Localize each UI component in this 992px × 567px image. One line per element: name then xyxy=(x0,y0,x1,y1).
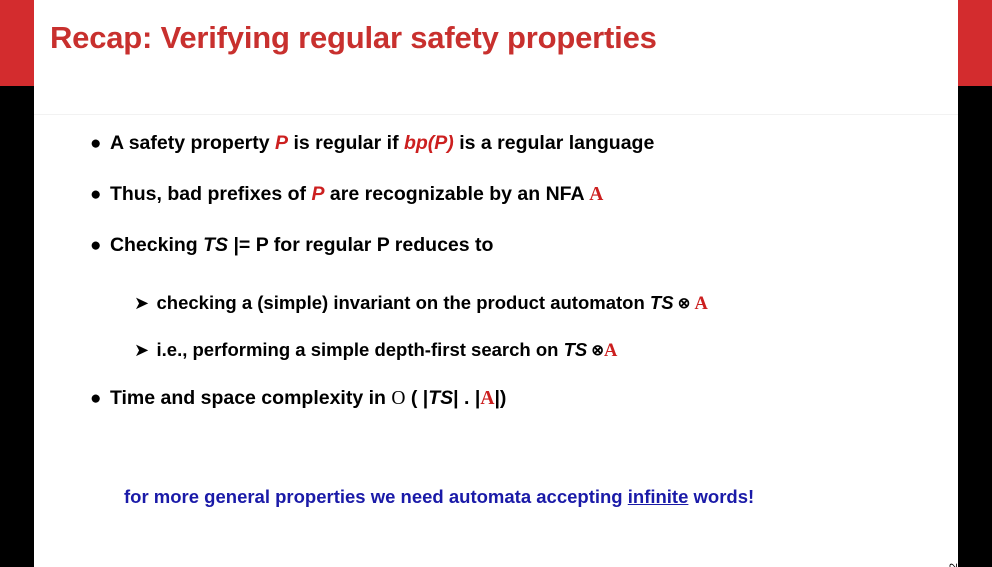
sub-bullet-symbol-TS-2: TS xyxy=(563,339,588,360)
arrow-right-icon: ➤ xyxy=(134,293,150,313)
bullet-text-1c: is a regular language xyxy=(453,132,655,154)
sub-bullet-symbol-A-2: A xyxy=(603,341,618,361)
bullet-safety-property-regular: ● A safety property P is regular if bp(P)… xyxy=(90,132,654,155)
bigO-symbol: O xyxy=(391,388,406,409)
bullet-symbol-A-4: A xyxy=(480,388,495,409)
closing-note-suffix: words! xyxy=(688,486,755,507)
decoration-bar-right-red xyxy=(958,0,992,86)
bullet-dot-icon: ● xyxy=(90,235,102,256)
bullet-text-3a: Checking xyxy=(109,234,204,256)
sub-bullet-text-2a: i.e., performing a simple depth-first se… xyxy=(156,339,564,360)
slide: Recap: Verifying regular safety properti… xyxy=(0,0,992,567)
bullet-text-4c: | . | xyxy=(453,387,481,409)
bullet-checking-reduces-to: ● Checking TS |= P for regular P reduces … xyxy=(90,234,493,257)
bullet-time-space-complexity: ● Time and space complexity in O ( |TS| .… xyxy=(90,387,506,410)
bullet-text-2a: Thus, bad prefixes of xyxy=(109,183,312,205)
decoration-bar-left-black xyxy=(0,86,34,567)
bullet-text-1b: is regular if xyxy=(288,132,404,154)
bullet-text-3b: |= P for regular P reduces to xyxy=(228,234,494,256)
bullet-symbol-P-1: P xyxy=(275,132,289,154)
bullet-symbol-TS-3: TS xyxy=(203,234,229,256)
bullet-text-4d: |) xyxy=(494,387,507,409)
header-divider xyxy=(34,114,958,115)
bullet-dot-icon: ● xyxy=(90,388,102,409)
bullet-symbol-P-2: P xyxy=(311,183,325,205)
slide-title: Recap: Verifying regular safety properti… xyxy=(50,20,657,55)
bullet-dot-icon: ● xyxy=(90,133,102,154)
sub-bullet-symbol-A-1: A xyxy=(694,294,708,314)
bullet-symbol-TS-4: TS xyxy=(428,387,454,409)
closing-note-emphasis: infinite xyxy=(627,486,689,507)
sub-bullet-depth-first-search: ➤ i.e., performing a simple depth-first s… xyxy=(134,339,617,362)
arrow-right-icon: ➤ xyxy=(134,340,150,360)
bullet-symbol-bpP: bp(P) xyxy=(403,132,454,154)
decoration-bar-right-black xyxy=(958,86,992,567)
sub-bullet-invariant-product-automaton: ➤ checking a (simple) invariant on the pr… xyxy=(134,292,708,315)
bullet-text-4b: ( | xyxy=(405,387,429,409)
bullet-text-1a: A safety property xyxy=(109,132,276,154)
slide-body: ● A safety property P is regular if bp(P)… xyxy=(34,118,958,567)
otimes-icon-2: ⊗ xyxy=(587,342,604,359)
bullet-bad-prefixes-nfa: ● Thus, bad prefixes of P are recognizabl… xyxy=(90,183,603,206)
bullet-symbol-A-2: A xyxy=(589,184,604,205)
sub-bullet-text-1a: checking a (simple) invariant on the pro… xyxy=(156,292,650,313)
otimes-icon-1: ⊗ xyxy=(673,295,695,312)
bullet-text-4a: Time and space complexity in xyxy=(109,387,392,409)
bullet-text-2b: are recognizable by an NFA xyxy=(324,183,590,205)
page-number: 2 xyxy=(948,562,960,567)
closing-note-prefix: for more general properties we need auto… xyxy=(124,486,628,507)
closing-note: for more general properties we need auto… xyxy=(124,486,754,508)
bullet-dot-icon: ● xyxy=(90,184,102,205)
decoration-bar-left-red xyxy=(0,0,34,86)
sub-bullet-symbol-TS-1: TS xyxy=(649,292,674,313)
